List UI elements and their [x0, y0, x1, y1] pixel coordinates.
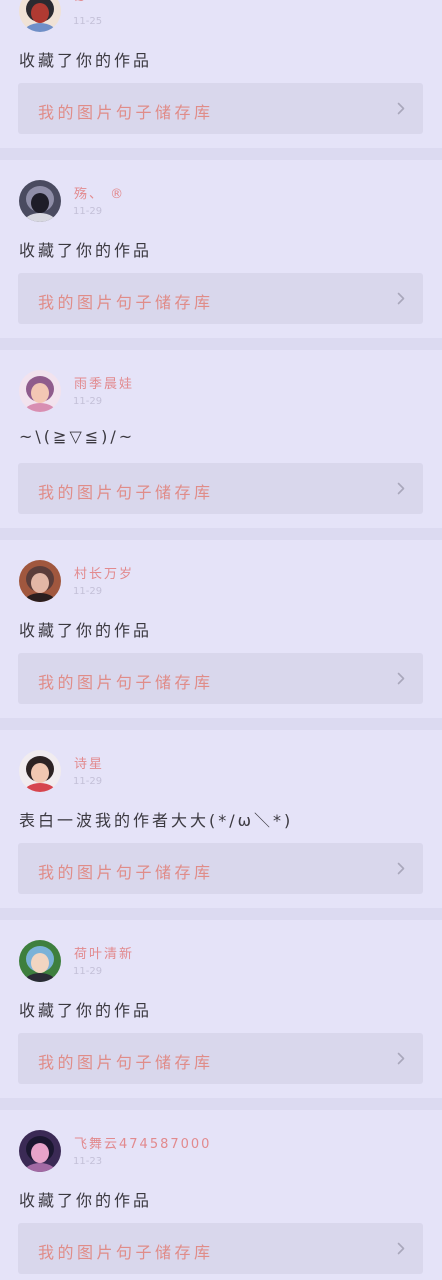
notification-date: 11-25: [73, 16, 103, 27]
chevron-right-icon: [397, 862, 405, 875]
work-link-button[interactable]: 我的图片句子储存库: [18, 273, 423, 324]
work-title: 我的图片句子储存库: [38, 293, 214, 312]
notification-date: 11-29: [73, 396, 103, 407]
work-title: 我的图片句子储存库: [38, 483, 214, 502]
chevron-right-icon: [397, 672, 405, 685]
work-link-button[interactable]: 我的图片句子储存库: [18, 843, 423, 894]
notification-date: 11-23: [73, 1156, 103, 1167]
notification-card: 飞舞云474587000 11-23 收藏了你的作品我的图片句子储存库: [0, 1110, 442, 1280]
notification-message: 收藏了你的作品: [19, 1001, 153, 1020]
work-link-button[interactable]: 我的图片句子储存库: [18, 653, 423, 704]
chevron-right-icon: [397, 482, 405, 495]
avatar[interactable]: [19, 940, 61, 982]
work-link-button[interactable]: 我的图片句子储存库: [18, 1033, 423, 1084]
username[interactable]: 飞舞云474587000: [74, 1133, 211, 1152]
notification-date: 11-29: [73, 966, 103, 977]
chevron-right-icon: [397, 292, 405, 305]
username[interactable]: 雨季晨娃: [74, 373, 134, 392]
avatar-image: [19, 1130, 61, 1172]
notification-card: 殇、 ® 11-29 收藏了你的作品我的图片句子储存库: [0, 160, 442, 338]
work-title: 我的图片句子储存库: [38, 1243, 214, 1262]
work-title: 我的图片句子储存库: [38, 1053, 214, 1072]
avatar-image: [19, 0, 61, 32]
notification-card: 荷叶清新 11-29 收藏了你的作品我的图片句子储存库: [0, 920, 442, 1098]
notification-message: 表白一波我的作者大大(*/ω＼*): [19, 811, 294, 830]
avatar[interactable]: [19, 0, 61, 32]
chevron-right-icon: [397, 1242, 405, 1255]
work-link-button[interactable]: 我的图片句子储存库: [18, 83, 423, 134]
chevron-right-icon: [397, 102, 405, 115]
avatar[interactable]: [19, 1130, 61, 1172]
avatar-image: [19, 750, 61, 792]
work-link-button[interactable]: 我的图片句子储存库: [18, 463, 423, 514]
notification-message: 收藏了你的作品: [19, 1191, 153, 1210]
notification-date: 11-29: [73, 206, 103, 217]
notification-card: 诗星 11-29 表白一波我的作者大大(*/ω＼*) 我的图片句子储存库: [0, 730, 442, 908]
avatar-image: [19, 560, 61, 602]
notification-card: 村长万岁 11-29 收藏了你的作品我的图片句子储存库: [0, 540, 442, 718]
work-title: 我的图片句子储存库: [38, 673, 214, 692]
notification-date: 11-29: [73, 586, 103, 597]
work-title: 我的图片句子储存库: [38, 103, 214, 122]
avatar-image: [19, 180, 61, 222]
username[interactable]: 荷叶清新: [74, 943, 134, 962]
username[interactable]: 殇、 ®: [74, 183, 125, 202]
username[interactable]: 诗星: [74, 753, 104, 772]
notification-message: 收藏了你的作品: [19, 51, 153, 70]
chevron-right-icon: [397, 1052, 405, 1065]
notification-card: ~11-25 收藏了你的作品我的图片句子储存库: [0, 0, 442, 148]
avatar[interactable]: [19, 560, 61, 602]
notification-message: ~\(≧▽≦)/~: [19, 427, 136, 446]
avatar[interactable]: [19, 180, 61, 222]
avatar[interactable]: [19, 750, 61, 792]
notification-feed: ~11-25 收藏了你的作品 我的图片句子储存库 殇、 ® 11-29 收藏了你的作品 我的…: [0, 0, 442, 1280]
avatar-image: [19, 370, 61, 412]
avatar-image: [19, 940, 61, 982]
notification-card: 雨季晨娃 11-29 ~\(≧▽≦)/~ 我的图片句子储存库: [0, 350, 442, 528]
username[interactable]: ~: [74, 0, 87, 8]
username[interactable]: 村长万岁: [74, 563, 134, 582]
work-link-button[interactable]: 我的图片句子储存库: [18, 1223, 423, 1274]
notification-message: 收藏了你的作品: [19, 241, 153, 260]
notification-message: 收藏了你的作品: [19, 621, 153, 640]
work-title: 我的图片句子储存库: [38, 863, 214, 882]
notification-date: 11-29: [73, 776, 103, 787]
avatar[interactable]: [19, 370, 61, 412]
